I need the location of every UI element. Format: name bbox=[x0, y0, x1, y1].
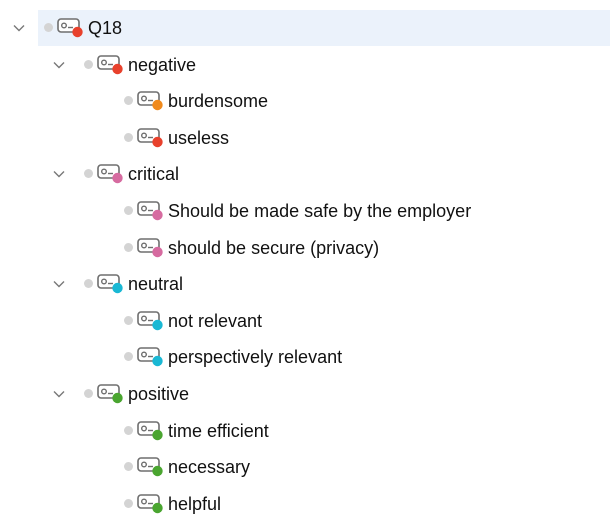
status-dot-icon bbox=[84, 169, 93, 179]
tree-node-label: critical bbox=[128, 164, 180, 185]
code-tag-icon bbox=[96, 161, 126, 185]
tree-node-label: positive bbox=[128, 384, 190, 404]
code-tag-icon bbox=[136, 454, 166, 478]
tree-node-label: useless bbox=[168, 127, 230, 148]
chevron-down-icon[interactable] bbox=[50, 56, 68, 74]
status-dot-icon bbox=[124, 96, 133, 106]
status-dot-icon bbox=[124, 462, 133, 472]
tree-leaf-necessary[interactable]: necessary bbox=[0, 449, 610, 485]
tree-node-critical[interactable]: critical bbox=[0, 156, 610, 192]
status-dot-icon bbox=[84, 59, 93, 69]
chevron-down-icon[interactable] bbox=[50, 385, 68, 403]
code-tree: Q18 negative burdensome useless critical Shou… bbox=[0, 0, 610, 515]
status-dot-icon bbox=[124, 206, 133, 215]
tree-leaf-should-be-made-safe-by-the-employer[interactable]: Should be made safe by the employer bbox=[0, 193, 610, 229]
code-tag-icon bbox=[136, 491, 166, 515]
chevron-down-icon[interactable] bbox=[10, 19, 28, 37]
tree-leaf-not-relevant[interactable]: not relevant bbox=[0, 303, 610, 339]
status-dot-icon bbox=[124, 425, 133, 435]
chevron-down-icon[interactable] bbox=[50, 275, 68, 293]
code-tag-icon bbox=[136, 198, 166, 222]
code-tag-icon bbox=[96, 271, 126, 295]
status-dot-icon bbox=[124, 132, 133, 142]
status-dot-icon bbox=[84, 279, 93, 289]
code-tag-icon bbox=[96, 52, 126, 76]
tree-node-neutral[interactable]: neutral bbox=[0, 266, 610, 302]
tree-leaf-burdensome[interactable]: burdensome bbox=[0, 83, 610, 119]
tree-node-label: Should be made safe by the employer bbox=[168, 201, 472, 221]
code-tag-icon bbox=[136, 88, 166, 112]
tree-leaf-perspectively-relevant[interactable]: perspectively relevant bbox=[0, 339, 610, 375]
status-dot-icon bbox=[124, 498, 133, 508]
code-tag-icon bbox=[136, 344, 166, 368]
tree-node-label: helpful bbox=[168, 493, 222, 514]
code-tag-icon bbox=[136, 308, 166, 332]
code-tag-icon bbox=[136, 235, 166, 259]
code-tag-icon bbox=[136, 418, 166, 442]
code-tag-icon bbox=[56, 15, 86, 39]
chevron-down-icon[interactable] bbox=[50, 165, 68, 183]
status-dot-icon bbox=[124, 242, 133, 252]
tree-node-q18[interactable]: Q18 bbox=[13, 10, 610, 46]
tree-node-label: perspectively relevant bbox=[168, 347, 343, 368]
tree-node-label: time efficient bbox=[168, 420, 269, 441]
status-dot-icon bbox=[44, 23, 53, 32]
tree-node-label: neutral bbox=[128, 274, 184, 295]
status-dot-icon bbox=[124, 352, 133, 362]
status-dot-icon bbox=[124, 315, 133, 325]
tree-node-negative[interactable]: negative bbox=[0, 47, 610, 83]
tree-node-label: Q18 bbox=[88, 18, 123, 38]
tree-leaf-should-be-secure-privacy[interactable]: should be secure (privacy) bbox=[0, 230, 610, 266]
tree-node-positive[interactable]: positive bbox=[0, 376, 610, 412]
tree-leaf-useless[interactable]: useless bbox=[0, 120, 610, 156]
tree-leaf-helpful[interactable]: helpful bbox=[0, 486, 610, 515]
tree-node-label: should be secure (privacy) bbox=[168, 237, 380, 258]
status-dot-icon bbox=[84, 389, 93, 398]
tree-node-label: negative bbox=[128, 54, 197, 75]
tree-node-label: not relevant bbox=[168, 310, 263, 331]
tree-leaf-time-efficient[interactable]: time efficient bbox=[0, 413, 610, 449]
code-tag-icon bbox=[96, 381, 126, 405]
code-tag-icon bbox=[136, 125, 166, 149]
tree-node-label: necessary bbox=[168, 457, 251, 478]
tree-node-label: burdensome bbox=[168, 91, 269, 112]
